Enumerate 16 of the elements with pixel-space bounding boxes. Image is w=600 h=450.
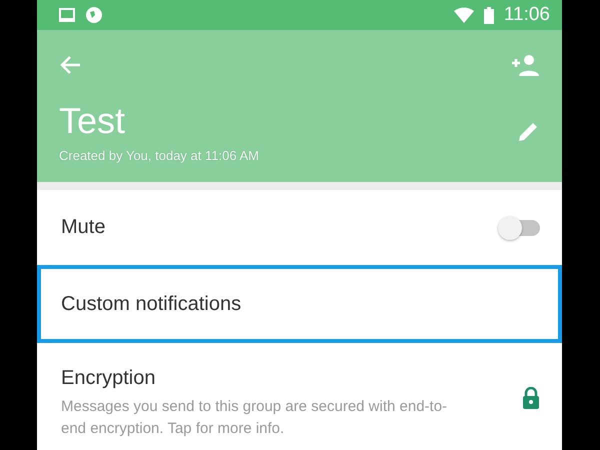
settings-row[interactable]: Mute [37, 190, 562, 265]
setting-label: Mute [61, 216, 106, 239]
add-person-icon[interactable] [510, 54, 540, 76]
wifi-icon [454, 7, 474, 23]
setting-label: Custom notifications [61, 292, 242, 316]
picture-icon [59, 8, 75, 22]
setting-label: Encryption [61, 366, 156, 390]
settings-row[interactable]: Encryption Messages you send to this group are secured with end-to-end encryption. Tap for more info. [37, 343, 562, 450]
lock-icon [522, 387, 540, 409]
group-title: Test [59, 100, 126, 142]
settings-row[interactable]: Custom notifications [37, 265, 562, 343]
battery-icon [484, 6, 494, 24]
setting-description: Messages you send to this group are secured with end-to-end encryption. Tap for more info. [61, 396, 448, 438]
status-time: 11:06 [504, 4, 550, 26]
back-arrow-icon[interactable] [59, 55, 81, 75]
group-created-text: Created by You, today at 11:06 AM [59, 148, 259, 163]
